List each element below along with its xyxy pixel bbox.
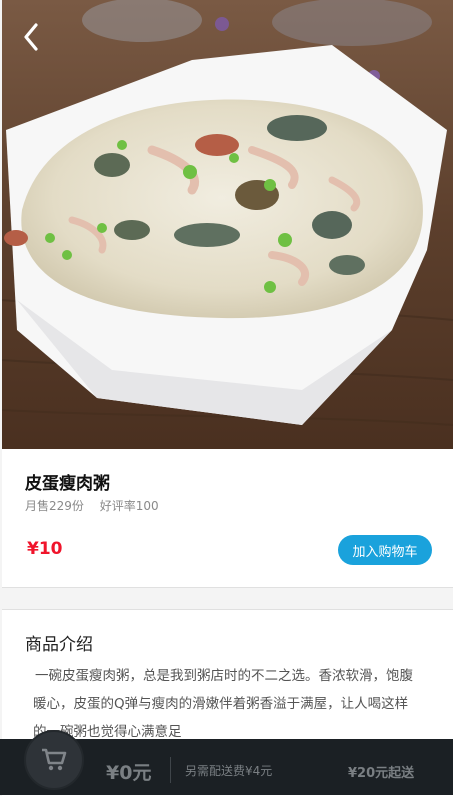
rating: 好评率100 bbox=[99, 499, 159, 513]
cart-total: ¥0元 bbox=[106, 762, 152, 784]
product-info-card: 皮蛋瘦肉粥 月售229份 好评率100 ¥10 加入购物车 bbox=[2, 449, 453, 588]
cart-divider bbox=[170, 757, 171, 783]
chevron-left-icon bbox=[24, 23, 38, 51]
product-meta: 月售229份 好评率100 bbox=[25, 497, 159, 514]
minimum-order: ¥20元起送 bbox=[348, 766, 415, 781]
intro-title: 商品介绍 bbox=[25, 635, 93, 655]
cart-button[interactable] bbox=[24, 730, 84, 790]
product-name: 皮蛋瘦肉粥 bbox=[25, 474, 110, 494]
product-price: ¥10 bbox=[27, 539, 63, 559]
product-image bbox=[2, 0, 453, 449]
intro-description: 一碗皮蛋瘦肉粥，总是我到粥店时的不二之选。香浓软滑，饱腹暖心，皮蛋的Q弹与瘦肉的… bbox=[33, 668, 413, 740]
add-to-cart-button[interactable]: 加入购物车 bbox=[338, 535, 432, 565]
delivery-fee: 另需配送费¥4元 bbox=[185, 764, 273, 778]
monthly-sales: 月售229份 bbox=[25, 499, 84, 513]
cart-icon bbox=[42, 748, 67, 771]
back-button[interactable] bbox=[16, 20, 46, 54]
congee-bowl-illustration bbox=[2, 0, 453, 449]
